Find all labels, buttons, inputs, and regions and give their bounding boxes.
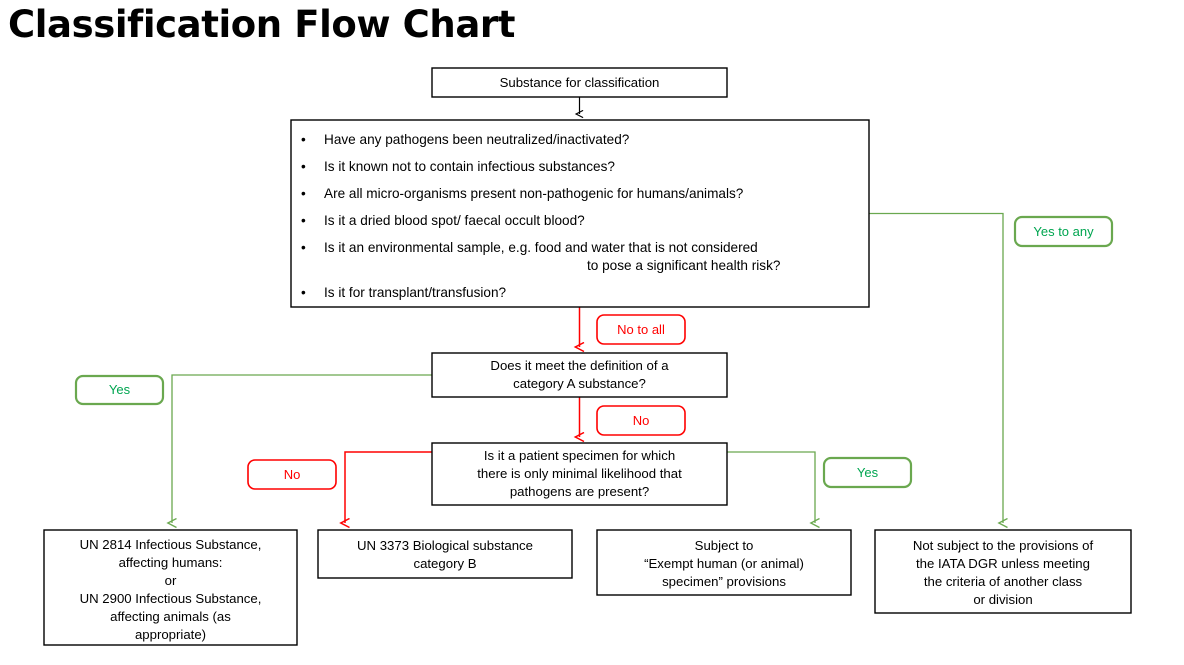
page-title: Classification Flow Chart xyxy=(8,3,516,46)
node-exempt-specimen-outcome[interactable]: Subject to “Exempt human (or animal) spe… xyxy=(596,529,852,596)
node-label-line: Not subject to the provisions of xyxy=(913,538,1094,553)
node-not-subject-outcome[interactable]: Not subject to the provisions of the IAT… xyxy=(874,529,1132,614)
edge-specimen-no xyxy=(345,451,432,523)
flowchart-canvas: Classification Flow Chart Substance for … xyxy=(0,0,1184,665)
node-label-line: “Exempt human (or animal) xyxy=(644,556,804,571)
node-label-line: UN 2900 Infectious Substance, xyxy=(80,591,262,606)
node-substance-for-classification[interactable]: Substance for classification xyxy=(431,67,728,98)
node-label-line: Subject to xyxy=(695,538,754,553)
edge-label-yes-patient-specimen[interactable]: Yes xyxy=(822,456,913,489)
bullet-line: Is it for transplant/transfusion? xyxy=(324,285,507,300)
edge-label-text: No to all xyxy=(617,322,665,337)
node-category-a-decision[interactable]: Does it meet the definition of a categor… xyxy=(431,352,728,398)
node-label-line: UN 2814 Infectious Substance, xyxy=(80,537,262,552)
node-label-line: category A substance? xyxy=(513,376,646,391)
bullet-marker: • xyxy=(301,240,306,255)
bullet-marker: • xyxy=(301,213,306,228)
node-label-line: or division xyxy=(973,592,1032,607)
edge-label-text: No xyxy=(284,467,301,482)
bullet-line: Is it a dried blood spot/ faecal occult … xyxy=(324,213,585,228)
node-un2814-un2900-outcome[interactable]: UN 2814 Infectious Substance, affecting … xyxy=(43,529,298,646)
node-label-line: affecting animals (as xyxy=(110,609,231,624)
bullet-marker: • xyxy=(301,132,306,147)
bullet-line-continuation: to pose a significant health risk? xyxy=(587,258,781,273)
node-label-line: UN 3373 Biological substance xyxy=(357,538,533,553)
edge-label-no-patient-specimen[interactable]: No xyxy=(247,459,337,490)
node-label-line: or xyxy=(165,573,177,588)
node-label-line: category B xyxy=(413,556,476,571)
node-label-line: there is only minimal likelihood that xyxy=(477,466,682,481)
bullet-line: Are all micro-organisms present non-path… xyxy=(324,186,744,201)
edge-label-no-category-a[interactable]: No xyxy=(596,405,686,436)
edge-label-no-to-all[interactable]: No to all xyxy=(596,314,686,345)
edge-label-yes-to-any[interactable]: Yes to any xyxy=(1013,215,1114,248)
edge-label-text: No xyxy=(633,413,650,428)
bullet-line: Is it known not to contain infectious su… xyxy=(324,159,615,174)
bullet-line: Have any pathogens been neutralized/inac… xyxy=(324,132,630,147)
flowchart-svg: Substance for classification • Have any … xyxy=(43,67,1132,646)
edge-label-yes-category-a[interactable]: Yes xyxy=(74,374,165,406)
edge-label-text: Yes to any xyxy=(1033,224,1094,239)
edge-label-text: Yes xyxy=(857,465,879,480)
bullet-marker: • xyxy=(301,186,306,201)
bullet-line: Is it an environmental sample, e.g. food… xyxy=(324,240,758,255)
bullet-marker: • xyxy=(301,285,306,300)
node-label-line: the IATA DGR unless meeting xyxy=(916,556,1090,571)
node-label: Substance for classification xyxy=(500,75,660,90)
node-screening-questions[interactable]: • Have any pathogens been neutralized/in… xyxy=(290,119,870,308)
node-label-line: specimen” provisions xyxy=(662,574,786,589)
node-un3373-outcome[interactable]: UN 3373 Biological substance category B xyxy=(317,529,573,579)
node-label-line: Is it a patient specimen for which xyxy=(484,448,675,463)
edge-label-text: Yes xyxy=(109,382,131,397)
edge-specimen-yes xyxy=(727,451,820,529)
node-label-line: affecting humans: xyxy=(119,555,223,570)
node-label-line: pathogens are present? xyxy=(510,484,649,499)
node-label-line: the criteria of another class xyxy=(924,574,1083,589)
edge-categorya-yes xyxy=(166,374,432,529)
node-label-line: appropriate) xyxy=(135,627,206,642)
node-label-line: Does it meet the definition of a xyxy=(490,358,669,373)
node-patient-specimen-decision[interactable]: Is it a patient specimen for which there… xyxy=(431,442,728,506)
bullet-marker: • xyxy=(301,159,306,174)
